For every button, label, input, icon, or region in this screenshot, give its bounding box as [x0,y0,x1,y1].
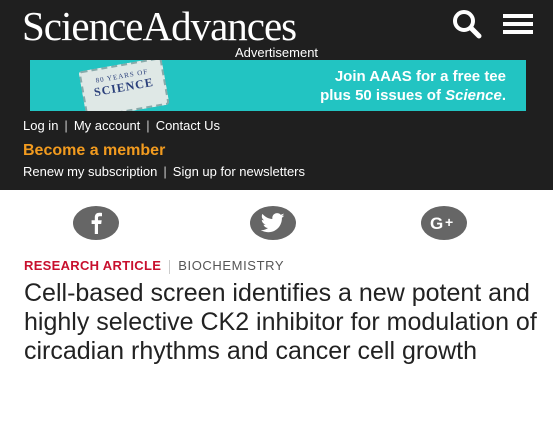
link-separator: | [64,118,68,133]
ad-line-2-emphasis: Science [445,87,502,104]
article-type-label: RESEARCH ARTICLE [24,258,162,273]
link-separator: | [146,118,150,133]
account-links: Log in | My account | Contact Us [23,118,220,133]
advertisement-label: Advertisement [234,45,319,60]
google-plus-icon: G + [430,214,453,232]
become-member-link[interactable]: Become a member [23,142,165,160]
ad-line-2-prefix: plus 50 issues of [320,87,446,104]
ad-line-2-suffix: . [501,87,506,104]
member-links: Renew my subscription | Sign up for newsle… [23,164,305,179]
hamburger-menu-icon[interactable] [501,8,535,45]
search-icon[interactable] [450,8,484,45]
ad-copy: Join AAAS for a free tee plus 50 issues … [320,67,506,105]
newsletters-link[interactable]: Sign up for newsletters [173,164,305,179]
ad-line-1: Join AAAS for a free tee [334,68,506,85]
article-title: Cell-based screen identifies a new poten… [24,279,537,365]
ad-banner[interactable]: 80 YEARS OF SCIENCE Join AAAS for a free… [30,60,526,111]
contact-us-link[interactable]: Contact Us [156,118,220,133]
facebook-share-button[interactable] [73,206,119,240]
brand-logo[interactable]: ScienceAdvances [22,2,297,50]
article-kicker: RESEARCH ARTICLE BIOCHEMISTRY [24,258,284,274]
ad-line-2: plus 50 issues of Science. [320,86,506,105]
log-in-link[interactable]: Log in [23,118,58,133]
science-stamp-image: 80 YEARS OF SCIENCE [78,60,170,111]
twitter-icon [261,213,285,233]
site-header: ScienceAdvances Advertisement 80 YEARS O… [0,0,553,190]
renew-subscription-link[interactable]: Renew my subscription [23,164,157,179]
my-account-link[interactable]: My account [74,118,140,133]
google-plus-share-button[interactable]: G + [421,206,467,240]
facebook-icon [91,212,102,234]
link-separator: | [163,164,167,179]
kicker-divider [169,259,171,274]
svg-text:+: + [445,214,453,230]
twitter-share-button[interactable] [250,206,296,240]
article-subject-label: BIOCHEMISTRY [178,258,285,273]
svg-text:G: G [430,214,443,232]
